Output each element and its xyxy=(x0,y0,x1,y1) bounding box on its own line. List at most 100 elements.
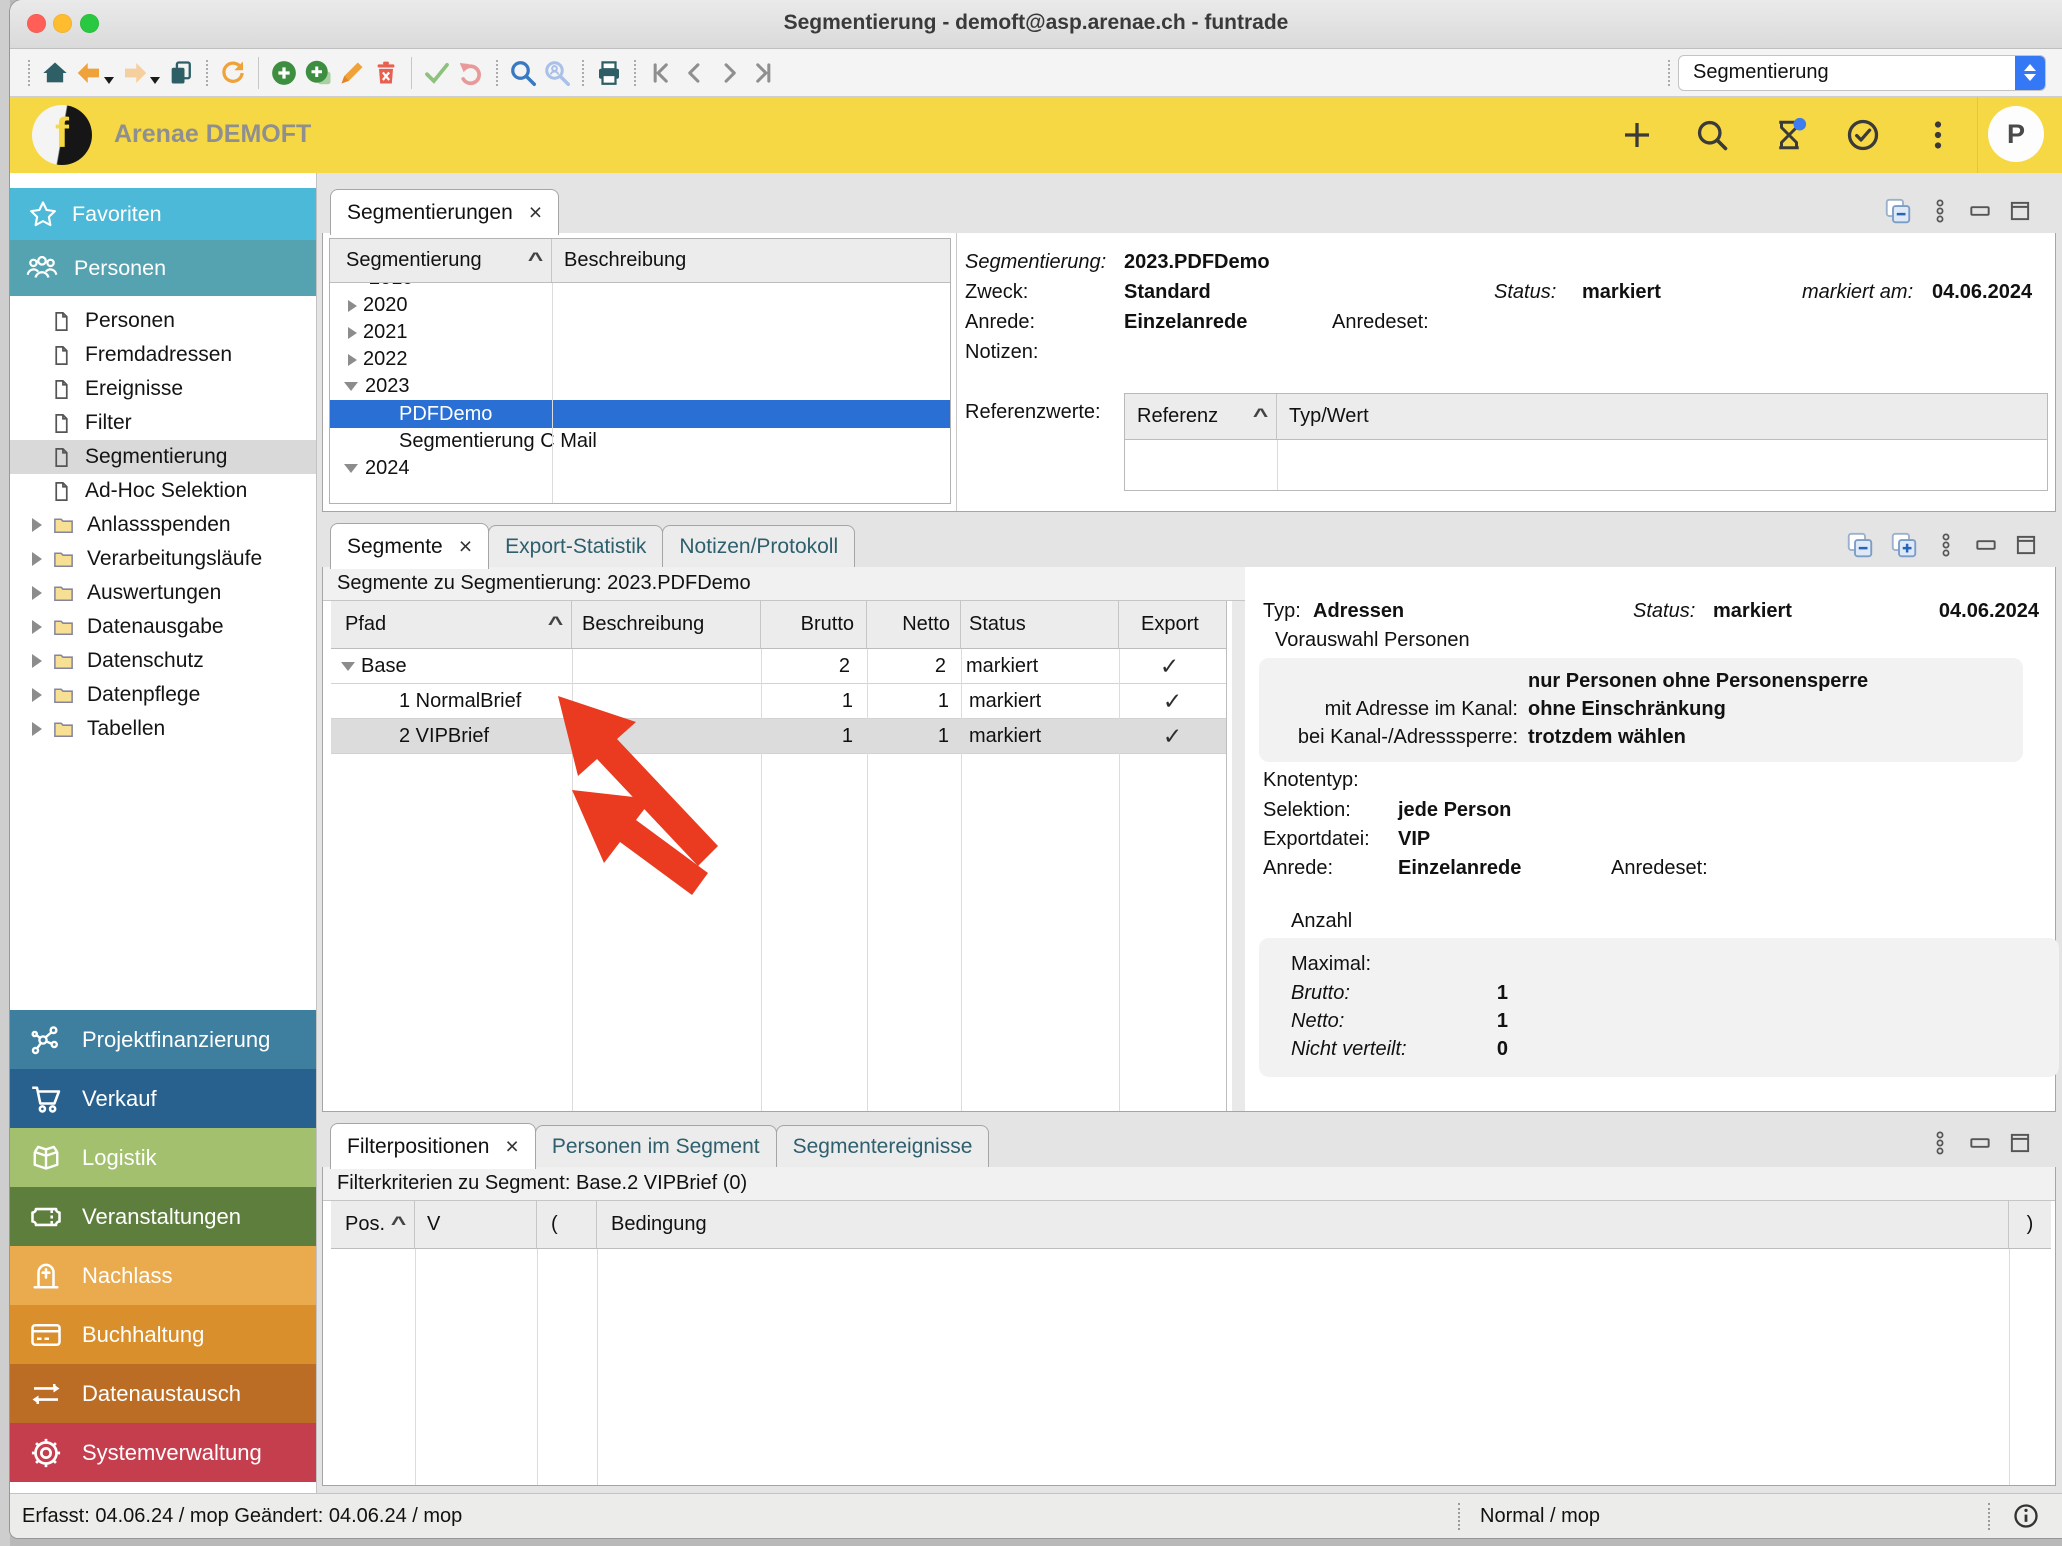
column-bedingung[interactable]: Bedingung xyxy=(597,1201,2009,1248)
back-button[interactable] xyxy=(72,55,106,91)
tree-row-2023[interactable]: 2023 xyxy=(330,373,950,400)
tree-row-2022[interactable]: 2022 xyxy=(330,346,950,373)
ref-column-referenz[interactable]: Referenz^ xyxy=(1125,394,1277,439)
panel-menu-icon[interactable] xyxy=(1933,532,1959,558)
zoom-window-button[interactable] xyxy=(80,14,99,33)
collapse-triangle-icon[interactable] xyxy=(344,382,358,391)
sidebar-folder-tabellen[interactable]: Tabellen xyxy=(10,712,316,746)
close-tab-icon[interactable]: × xyxy=(529,201,542,224)
sidebar-item-filter[interactable]: Filter xyxy=(10,406,316,440)
column-netto[interactable]: Netto xyxy=(867,601,961,648)
undo-button[interactable] xyxy=(454,55,488,91)
print-button[interactable] xyxy=(592,55,626,91)
sidebar-folder-auswertungen[interactable]: Auswertungen xyxy=(10,576,316,610)
maximize-panel-icon[interactable] xyxy=(2007,198,2033,224)
previous-record-button[interactable] xyxy=(678,55,712,91)
sidebar-section-favoriten[interactable]: Favoriten xyxy=(10,188,316,240)
minimize-panel-icon[interactable] xyxy=(1967,1130,1993,1156)
column-close-paren[interactable]: ) xyxy=(2009,1201,2051,1248)
expand-triangle-icon[interactable] xyxy=(32,722,42,736)
add-copy-button[interactable] xyxy=(301,55,335,91)
search-person-button[interactable] xyxy=(540,55,574,91)
column-brutto[interactable]: Brutto xyxy=(761,601,867,648)
ref-column-typ-wert[interactable]: Typ/Wert xyxy=(1277,394,2047,439)
info-button[interactable] xyxy=(2012,1502,2040,1535)
add-button[interactable] xyxy=(267,55,301,91)
sidebar-module-buchhaltung[interactable]: Buchhaltung xyxy=(10,1305,316,1364)
sidebar-item-personen[interactable]: Personen xyxy=(10,304,316,338)
back-history-caret[interactable] xyxy=(104,77,114,84)
sidebar-folder-datenschutz[interactable]: Datenschutz xyxy=(10,644,316,678)
edit-button[interactable] xyxy=(335,55,369,91)
delete-button[interactable] xyxy=(369,55,403,91)
column-pos[interactable]: Pos.^ xyxy=(331,1201,415,1248)
sidebar-module-verkauf[interactable]: Verkauf xyxy=(10,1069,316,1128)
expand-triangle-icon[interactable] xyxy=(32,552,42,566)
expand-triangle-icon[interactable] xyxy=(32,586,42,600)
sidebar-module-datenaustausch[interactable]: Datenaustausch xyxy=(10,1364,316,1423)
column-open-paren[interactable]: ( xyxy=(537,1201,597,1248)
next-record-button[interactable] xyxy=(712,55,746,91)
column-pfad[interactable]: Pfad^ xyxy=(331,601,572,648)
sidebar-folder-datenpflege[interactable]: Datenpflege xyxy=(10,678,316,712)
column-beschreibung[interactable]: Beschreibung xyxy=(572,601,761,648)
completed-tasks-button[interactable] xyxy=(1845,117,1881,153)
avatar[interactable]: P xyxy=(1988,106,2044,162)
global-search-button[interactable] xyxy=(1694,117,1730,153)
first-record-button[interactable] xyxy=(644,55,678,91)
expand-triangle-icon[interactable] xyxy=(32,654,42,668)
pending-tasks-button[interactable] xyxy=(1771,117,1807,153)
collapse-triangle-icon[interactable] xyxy=(344,464,358,473)
sidebar-module-nachlass[interactable]: Nachlass xyxy=(10,1246,316,1305)
more-options-button[interactable] xyxy=(1920,117,1956,153)
tree-row-partial[interactable]: 2019 xyxy=(330,283,950,292)
segment-row-vipbrief-selected[interactable]: 2 VIPBrief 1 1 markiert ✓ xyxy=(331,719,1226,754)
segment-row-normalbrief[interactable]: 1 NormalBrief 1 1 markiert ✓ xyxy=(331,684,1226,719)
expand-triangle-icon[interactable] xyxy=(32,620,42,634)
collapse-panel-icon[interactable] xyxy=(1883,196,1913,226)
workspace-select[interactable]: Segmentierung xyxy=(1678,55,2046,91)
confirm-button[interactable] xyxy=(420,55,454,91)
collapse-panel-icon[interactable] xyxy=(1845,530,1875,560)
expand-triangle-icon[interactable] xyxy=(348,327,357,339)
segment-row-base[interactable]: Base 2 2 markiert ✓ xyxy=(331,649,1226,684)
tab-export-statistik[interactable]: Export-Statistik xyxy=(488,525,663,567)
sidebar-folder-anlassspenden[interactable]: Anlassspenden xyxy=(10,508,316,542)
close-window-button[interactable] xyxy=(27,14,46,33)
search-button[interactable] xyxy=(506,55,540,91)
tab-personen-im-segment[interactable]: Personen im Segment xyxy=(535,1125,777,1167)
maximize-panel-icon[interactable] xyxy=(2013,532,2039,558)
sidebar-module-systemverwaltung[interactable]: Systemverwaltung xyxy=(10,1423,316,1482)
add-global-button[interactable] xyxy=(1619,117,1655,153)
refresh-button[interactable] xyxy=(216,55,250,91)
tree-row-2021[interactable]: 2021 xyxy=(330,319,950,346)
expand-triangle-icon[interactable] xyxy=(348,300,357,312)
sidebar-item-segmentierung[interactable]: Segmentierung xyxy=(10,440,316,474)
tree-column-segmentierung[interactable]: Segmentierung^ xyxy=(330,239,552,282)
sidebar-folder-verarbeitungslaeufe[interactable]: Verarbeitungsläufe xyxy=(10,542,316,576)
expand-triangle-icon[interactable] xyxy=(348,354,357,366)
sidebar-folder-datenausgabe[interactable]: Datenausgabe xyxy=(10,610,316,644)
tab-notizen-protokoll[interactable]: Notizen/Protokoll xyxy=(662,525,855,567)
tree-row-2024[interactable]: 2024 xyxy=(330,455,950,482)
home-button[interactable] xyxy=(38,55,72,91)
tree-row-segmentierung-c-mail[interactable]: Segmentierung C Mail xyxy=(330,428,950,455)
panel-menu-icon[interactable] xyxy=(1927,1130,1953,1156)
sidebar-item-adhoc-selektion[interactable]: Ad-Hoc Selektion xyxy=(10,474,316,508)
sidebar-module-logistik[interactable]: Logistik xyxy=(10,1128,316,1187)
tree-column-beschreibung[interactable]: Beschreibung xyxy=(552,239,950,282)
close-tab-icon[interactable]: × xyxy=(505,1135,518,1158)
minimize-panel-icon[interactable] xyxy=(1967,198,1993,224)
duplicate-window-button[interactable] xyxy=(164,55,198,91)
select-stepper-icon[interactable] xyxy=(2015,56,2045,90)
panel-splitter[interactable] xyxy=(1232,601,1246,1111)
expand-panel-icon[interactable] xyxy=(1889,530,1919,560)
tab-segmentierungen[interactable]: Segmentierungen × xyxy=(330,189,559,235)
column-status[interactable]: Status xyxy=(961,601,1119,648)
panel-menu-icon[interactable] xyxy=(1927,198,1953,224)
maximize-panel-icon[interactable] xyxy=(2007,1130,2033,1156)
sidebar-section-personen[interactable]: Personen xyxy=(10,240,316,296)
sidebar-module-projektfinanzierung[interactable]: Projektfinanzierung xyxy=(10,1010,316,1069)
column-v[interactable]: V xyxy=(415,1201,537,1248)
expand-triangle-icon[interactable] xyxy=(32,518,42,532)
